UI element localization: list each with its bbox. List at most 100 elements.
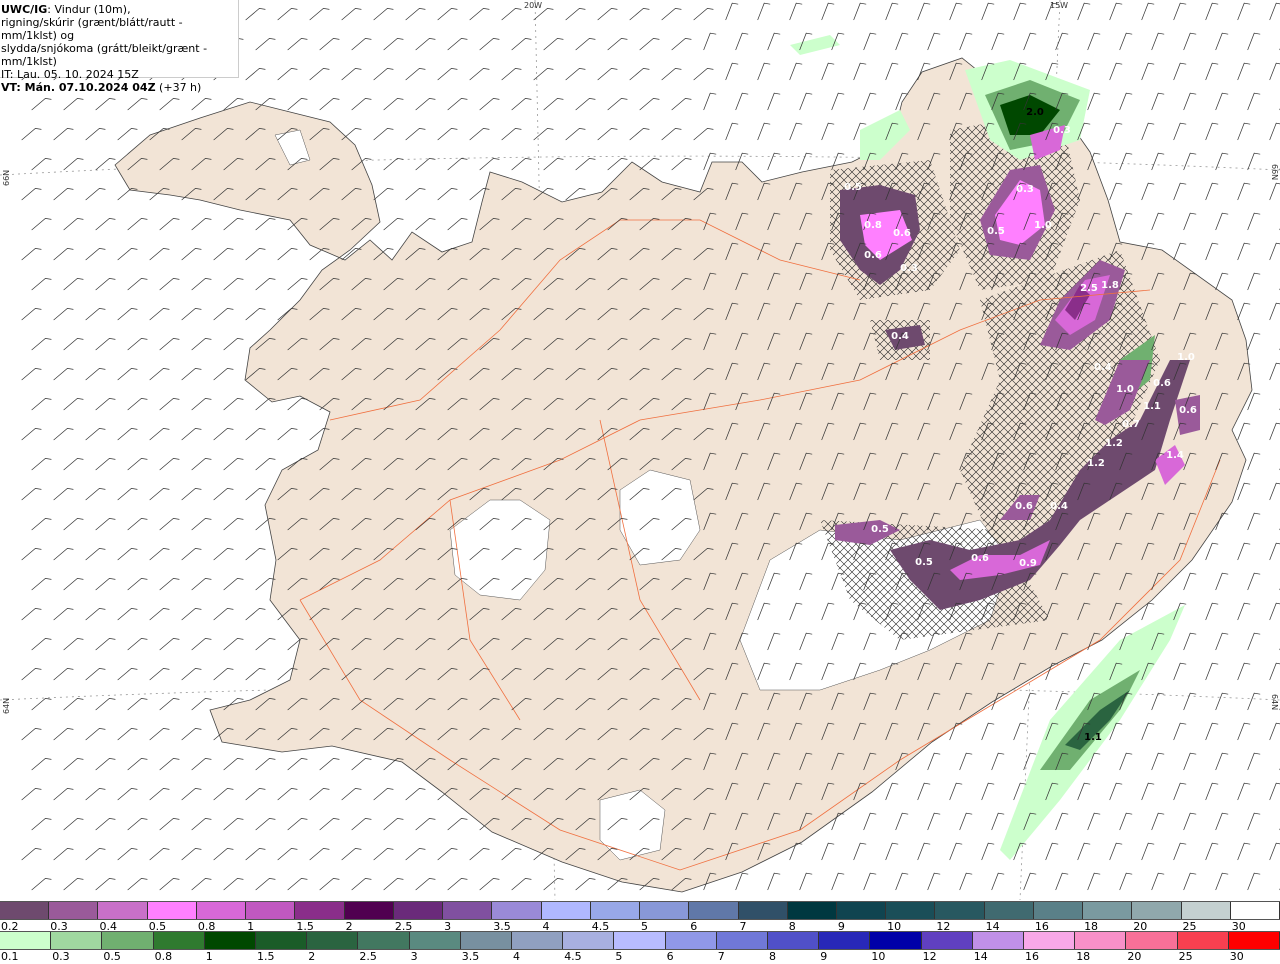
rain-legend-label: 4.5 bbox=[564, 950, 582, 963]
precip-value-label: 0.6 bbox=[1153, 378, 1171, 389]
rain-legend-swatch bbox=[563, 932, 615, 949]
rain-legend-swatch bbox=[512, 932, 564, 949]
rain-legend-label: 6 bbox=[666, 950, 674, 963]
precip-value-label: 0.6 bbox=[1179, 405, 1197, 416]
precip-value-label: 0.6 bbox=[1015, 501, 1033, 512]
rain-legend-swatch bbox=[358, 932, 410, 949]
rain-legend-swatch bbox=[1075, 932, 1127, 949]
lat-label-66n-left: 66N bbox=[2, 169, 11, 186]
weather-map: 0.5 0.8 0.6 0.6 0.3 0.4 2.0 0.3 0.3 0.5 1.0 2.5 1.8 0… bbox=[0, 0, 1280, 900]
rain-legend-swatch bbox=[307, 932, 359, 949]
precip-value-label: 0.4 bbox=[1050, 501, 1068, 512]
snow-legend-swatch bbox=[98, 902, 148, 919]
rain-legend-label: 5 bbox=[615, 950, 623, 963]
precip-value-label: 0.4 bbox=[891, 331, 909, 342]
snow-legend-swatch bbox=[640, 902, 690, 919]
snow-legend-swatch bbox=[0, 902, 50, 919]
snow-legend-swatch bbox=[443, 902, 493, 919]
snow-legend-swatch bbox=[1132, 902, 1182, 919]
rain-legend-label: 12 bbox=[922, 950, 937, 963]
rain-legend-label: 3 bbox=[410, 950, 418, 963]
rain-legend-swatch bbox=[1024, 932, 1076, 949]
precip-value-label: 0.5 bbox=[987, 226, 1005, 237]
rain-legend-label: 3.5 bbox=[461, 950, 480, 963]
precip-value-label: 1.2 bbox=[1105, 438, 1123, 449]
snow-legend-swatch bbox=[393, 902, 444, 919]
precip-value-label: 0.6 bbox=[893, 228, 911, 239]
lat-label-66n-right: 66N bbox=[1270, 164, 1279, 181]
rain-legend-swatch bbox=[1228, 932, 1280, 949]
snow-legend-swatch bbox=[787, 902, 837, 919]
rain-legend-swatch bbox=[921, 932, 973, 949]
lon-label-20w: 20W bbox=[524, 1, 543, 10]
rain-legend-label: 16 bbox=[1025, 950, 1039, 963]
rain-legend-swatch bbox=[1177, 932, 1229, 949]
precip-value-label: 0.4 bbox=[1094, 362, 1112, 373]
precip-value-label: 1.1 bbox=[1084, 732, 1102, 743]
precip-value-label: 0.5 bbox=[871, 524, 889, 535]
precip-value-label: 0.5 bbox=[915, 557, 933, 568]
rain-legend-swatch bbox=[51, 932, 103, 949]
rain-legend-label: 0.5 bbox=[103, 950, 121, 963]
forecast-offset: (+37 h) bbox=[155, 81, 202, 94]
rain-legend-swatch bbox=[665, 932, 717, 949]
rain-legend-label: 18 bbox=[1076, 950, 1091, 963]
title-line1: : Vindur (10m), bbox=[47, 3, 131, 16]
rain-legend-label: 20 bbox=[1127, 950, 1142, 963]
snow-legend-swatch bbox=[541, 902, 591, 919]
precip-value-label: 1.0 bbox=[1116, 384, 1134, 395]
snow-legend-swatch bbox=[49, 902, 99, 919]
rain-legend-swatch bbox=[409, 932, 461, 949]
rain-legend-label: 30 bbox=[1229, 950, 1244, 963]
rain-legend-label: 14 bbox=[973, 950, 988, 963]
rain-legend-label: 10 bbox=[871, 950, 886, 963]
lon-label-15w: 15W bbox=[1050, 1, 1069, 10]
rain-legend-label: 2 bbox=[308, 950, 316, 963]
snow-legend-swatch bbox=[1230, 902, 1280, 919]
rain-legend-swatch bbox=[204, 932, 257, 949]
precip-value-label: 0.3 bbox=[900, 263, 918, 274]
precip-value-label: 0.6 bbox=[971, 553, 989, 564]
snow-legend-swatch bbox=[1181, 902, 1231, 919]
rain-legend-label: 0.8 bbox=[154, 950, 173, 963]
rain-legend-swatch bbox=[819, 932, 871, 949]
snow-legend-swatch bbox=[1033, 902, 1084, 919]
snow-legend-swatch bbox=[984, 902, 1034, 919]
rain-legend-swatch bbox=[0, 932, 52, 949]
precip-value-label: 0.3 bbox=[1016, 184, 1034, 195]
rain-legend-label: 2.5 bbox=[359, 950, 377, 963]
snow-legend-swatch bbox=[886, 902, 936, 919]
snow-legend-swatch bbox=[344, 902, 394, 919]
rain-legend-label: 25 bbox=[1178, 950, 1193, 963]
title-line2: rigning/skúrir (grænt/blátt/rautt - mm/1… bbox=[1, 16, 183, 42]
rain-legend-label: 0.1 bbox=[1, 950, 19, 963]
snow-legend-swatch bbox=[738, 902, 788, 919]
precip-value-label: 1.2 bbox=[1087, 458, 1105, 469]
rain-legend-label: 4 bbox=[513, 950, 520, 963]
snow-legend-swatch bbox=[689, 902, 739, 919]
map-title-box: UWC/IG: Vindur (10m), rigning/skúrir (gr… bbox=[0, 0, 239, 94]
precip-value-label: 1.1 bbox=[1143, 401, 1161, 412]
snow-legend: 0.2 0.3 0.4 0.5 0.8 1 1.5 2 2.5 3 3.5 4 4.5 5 6 7 8 9 10 12… bbox=[0, 901, 1280, 934]
snow-legend-swatch bbox=[246, 902, 296, 919]
valid-time: VT: Mán. 07.10.2024 04Z bbox=[1, 81, 156, 94]
precip-value-label: 1.8 bbox=[1101, 280, 1119, 291]
precip-value-label: 0.8 bbox=[864, 220, 882, 231]
rain-legend-swatch bbox=[102, 932, 154, 949]
rain-legend-swatch bbox=[870, 932, 922, 949]
snow-legend-swatch bbox=[147, 902, 197, 919]
rain-legend-swatch bbox=[768, 932, 820, 949]
rain-legend-swatch bbox=[716, 932, 769, 949]
precip-value-label: 0.5 bbox=[844, 182, 862, 193]
snow-legend-swatch bbox=[196, 902, 247, 919]
snow-legend-swatch bbox=[935, 902, 985, 919]
rain-legend-swatch bbox=[614, 932, 666, 949]
rain-legend-label: 7 bbox=[717, 950, 725, 963]
model-name: UWC/IG bbox=[1, 3, 48, 16]
snow-legend-swatch bbox=[590, 902, 641, 919]
initial-time: IT: Lau. 05. 10. 2024 15Z bbox=[1, 68, 139, 81]
precip-value-label: 0.9 bbox=[1019, 558, 1037, 569]
precip-value-label: 2.0 bbox=[1026, 107, 1044, 118]
lat-label-64n-right: 64N bbox=[1270, 694, 1279, 711]
snow-legend-swatch bbox=[295, 902, 345, 919]
